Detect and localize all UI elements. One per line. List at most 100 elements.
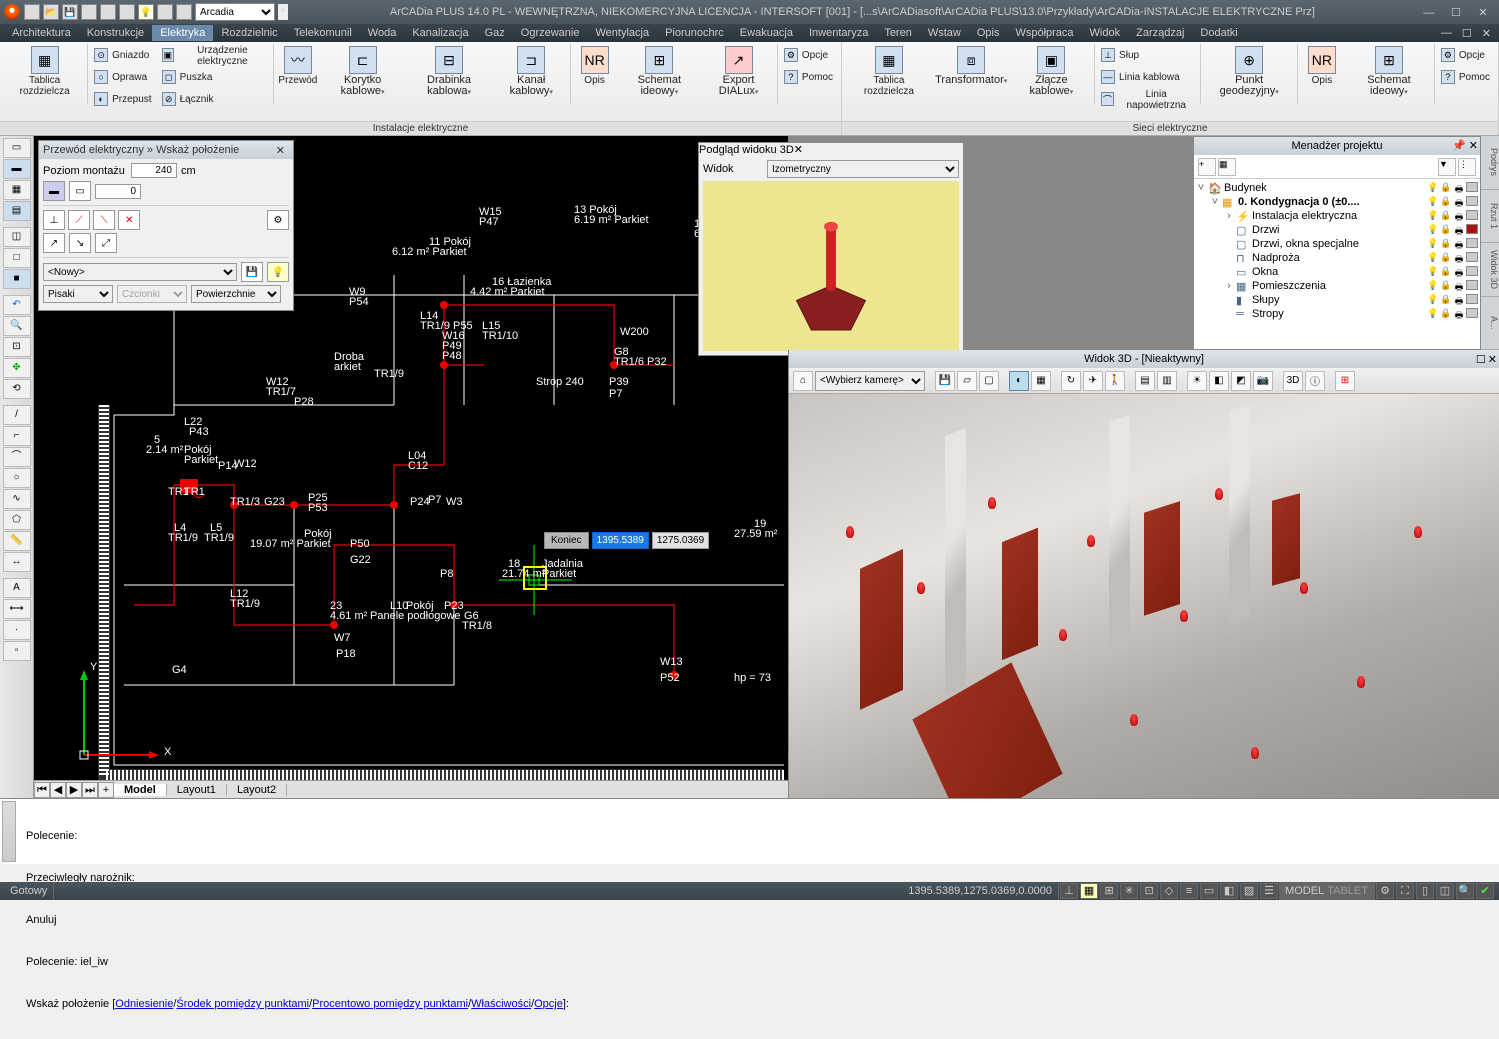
lt-point-icon[interactable]: · xyxy=(3,620,31,640)
menu-ewakuacja[interactable]: Ewakuacja xyxy=(732,25,801,41)
tab-last-icon[interactable]: ⏭ xyxy=(82,782,98,798)
qat-new-icon[interactable]: ▫ xyxy=(24,4,40,20)
v3-cam-icon[interactable]: 📷 xyxy=(1253,371,1273,391)
v3-camera-select[interactable]: <Wybierz kamerę> xyxy=(815,371,925,391)
sidetab-podrys[interactable]: Podrys xyxy=(1481,136,1499,190)
lt-square-icon[interactable]: □ xyxy=(3,248,31,268)
lt-rect-icon[interactable]: ▭ xyxy=(3,138,31,158)
schemat1-button[interactable]: ⊞Schemat ideowy▾ xyxy=(619,44,701,100)
tab-prev-icon[interactable]: ◀ xyxy=(50,782,66,798)
qat-sun-icon[interactable]: ☀ xyxy=(157,4,173,20)
v3-grid-icon[interactable]: ⊞ xyxy=(1335,371,1355,391)
edit-node-icon[interactable]: ↗ xyxy=(43,233,65,253)
tree-item[interactable]: ▭Okna💡🔒🖶 xyxy=(1196,265,1478,279)
qat-redo-icon[interactable]: ↷ xyxy=(119,4,135,20)
lacznik-button[interactable]: ⊘Łącznik xyxy=(158,88,271,110)
projmgr-pin-icon[interactable]: 📌 ✕ xyxy=(1452,137,1478,155)
mdi-max[interactable]: ☐ xyxy=(1458,27,1476,40)
sb-ok-icon[interactable]: ✔ xyxy=(1476,883,1494,899)
menu-inwentaryza[interactable]: Inwentaryza xyxy=(801,25,876,41)
lt-orbit-icon[interactable]: ⟲ xyxy=(3,379,31,399)
sb-iso-icon[interactable]: ◧ xyxy=(1220,883,1238,899)
sb-ortho-icon[interactable]: ⊞ xyxy=(1100,883,1118,899)
lt-arc-icon[interactable]: ⌒ xyxy=(3,447,31,467)
sb-snap-icon[interactable]: ⊥ xyxy=(1060,883,1078,899)
maximize-button[interactable]: ☐ xyxy=(1444,6,1468,19)
v3-orbit-icon[interactable]: ↻ xyxy=(1061,371,1081,391)
sb-dyn-icon[interactable]: ▭ xyxy=(1200,883,1218,899)
v3-persp-icon[interactable]: ▱ xyxy=(957,371,977,391)
v3-shade-icon[interactable]: ◐ xyxy=(1009,371,1029,391)
lt-grid-icon[interactable]: ▦ xyxy=(3,180,31,200)
menu-piorunochrc[interactable]: Piorunochrc xyxy=(657,25,732,41)
gear-icon[interactable]: ⚙ xyxy=(267,210,289,230)
sb-max-icon[interactable]: ⛶ xyxy=(1396,883,1414,899)
tab-next-icon[interactable]: ▶ xyxy=(66,782,82,798)
qat-bulb-icon[interactable]: 💡 xyxy=(138,4,154,20)
lt-grid2-icon[interactable]: ▤ xyxy=(3,201,31,221)
view3d-max-icon[interactable]: ☐ xyxy=(1476,353,1486,366)
menu-telekomunil[interactable]: Telekomunil xyxy=(286,25,360,41)
linianap-button[interactable]: ⌒Linia napowietrzna xyxy=(1097,88,1198,110)
lt-ruler-icon[interactable]: 📏 xyxy=(3,531,31,551)
sb-hat-icon[interactable]: ▨ xyxy=(1240,883,1258,899)
tree-item[interactable]: ˅🏠Budynek💡🔒🖶 xyxy=(1196,181,1478,195)
lt-line-icon[interactable]: / xyxy=(3,405,31,425)
edit-seg-icon[interactable]: ↘ xyxy=(69,233,91,253)
schemat2-button[interactable]: ⊞Schemat ideowy▾ xyxy=(1346,44,1432,100)
sb-layout-icon[interactable]: ▯ xyxy=(1416,883,1434,899)
urzadzenie-button[interactable]: ▣Urządzenie elektryczne xyxy=(158,44,271,66)
korytko-button[interactable]: ⊏Korytko kablowe▾ xyxy=(322,44,404,100)
drabinka-button[interactable]: ⊟Drabinka kablowa▾ xyxy=(405,44,492,100)
seg-btn2[interactable]: ▭ xyxy=(69,181,91,201)
lt-circle-icon[interactable]: ○ xyxy=(3,468,31,488)
opcje1-button[interactable]: ⚙Opcje xyxy=(780,44,837,66)
kanal-button[interactable]: ⊐Kanał kablowy▾ xyxy=(495,44,568,100)
qat-save-icon[interactable]: 💾 xyxy=(62,4,78,20)
mode-ortho-icon[interactable]: ⊥ xyxy=(43,210,65,230)
menu-współpraca[interactable]: Współpraca xyxy=(1007,25,1081,41)
command-line[interactable]: Polecenie: Przeciwległy narożnik: Anuluj… xyxy=(0,798,1499,864)
tree-item[interactable]: ⊓Nadproża💡🔒🖶 xyxy=(1196,251,1478,265)
czcionki-select[interactable]: Czcionki xyxy=(117,285,187,303)
v3-mat-icon[interactable]: ▥ xyxy=(1157,371,1177,391)
float-close-icon[interactable]: ✕ xyxy=(272,144,289,157)
sb-lwt-icon[interactable]: ≡ xyxy=(1180,883,1198,899)
v3-fly-icon[interactable]: ✈ xyxy=(1083,371,1103,391)
preview3d-panel[interactable]: Podgląd widoku 3D✕ Widok Izometryczny xyxy=(698,142,964,356)
qat-undo-icon[interactable]: ↶ xyxy=(100,4,116,20)
lt-dim-icon[interactable]: ⟷ xyxy=(3,599,31,619)
menu-dodatki[interactable]: Dodatki xyxy=(1192,25,1245,41)
preview3d-view-select[interactable]: Izometryczny xyxy=(767,160,959,178)
cmd-handle-icon[interactable] xyxy=(2,801,16,862)
tab-model[interactable]: Model xyxy=(114,784,167,796)
tab-layout2[interactable]: Layout2 xyxy=(227,784,287,796)
v3-walk-icon[interactable]: 🚶 xyxy=(1105,371,1125,391)
qat-print-icon[interactable]: 🖶 xyxy=(81,4,97,20)
menu-gaz[interactable]: Gaz xyxy=(477,25,513,41)
menu-wstaw[interactable]: Wstaw xyxy=(920,25,969,41)
lt-text-icon[interactable]: A xyxy=(3,578,31,598)
tab-add-icon[interactable]: + xyxy=(98,782,114,798)
lt-hatch-icon[interactable]: ◫ xyxy=(3,227,31,247)
minimize-button[interactable]: — xyxy=(1417,7,1441,19)
gniazdo-button[interactable]: ⊙Gniazdo xyxy=(90,44,155,66)
lt-spline-icon[interactable]: ∿ xyxy=(3,489,31,509)
project-manager-panel[interactable]: Menadżer projektu📌 ✕ + ▦ ▼ ⋮ ˅🏠Budynek💡🔒… xyxy=(1193,136,1481,350)
v3-tex-icon[interactable]: ◩ xyxy=(1231,371,1251,391)
tablica2-button[interactable]: ▦Tablica rozdzielcza xyxy=(846,44,932,99)
preview3d-close-icon[interactable]: ✕ xyxy=(794,144,803,156)
tree-item[interactable]: ›⚡Instalacja elektryczna💡🔒🖶 xyxy=(1196,209,1478,223)
lt-poly-icon[interactable]: ⬠ xyxy=(3,510,31,530)
sb-osnap-icon[interactable]: ⊡ xyxy=(1140,883,1158,899)
v3-3d-icon[interactable]: 3D xyxy=(1283,371,1303,391)
lt-fill-icon[interactable]: ■ xyxy=(3,269,31,289)
sb-tile-icon[interactable]: ◫ xyxy=(1436,883,1454,899)
style-bulb-icon[interactable]: 💡 xyxy=(267,262,289,282)
punktgeo-button[interactable]: ⊕Punkt geodezyjny▾ xyxy=(1203,44,1295,100)
tree-item[interactable]: ›▦Pomieszczenia💡🔒🖶 xyxy=(1196,279,1478,293)
sb-gear-icon[interactable]: ⚙ xyxy=(1376,883,1394,899)
pm-filter-icon[interactable]: ▼ xyxy=(1438,158,1456,176)
wire-properties-panel[interactable]: Przewód elektryczny » Wskaż położenie✕ P… xyxy=(38,140,294,311)
powierzchnie-select[interactable]: Powierzchnie xyxy=(191,285,281,303)
